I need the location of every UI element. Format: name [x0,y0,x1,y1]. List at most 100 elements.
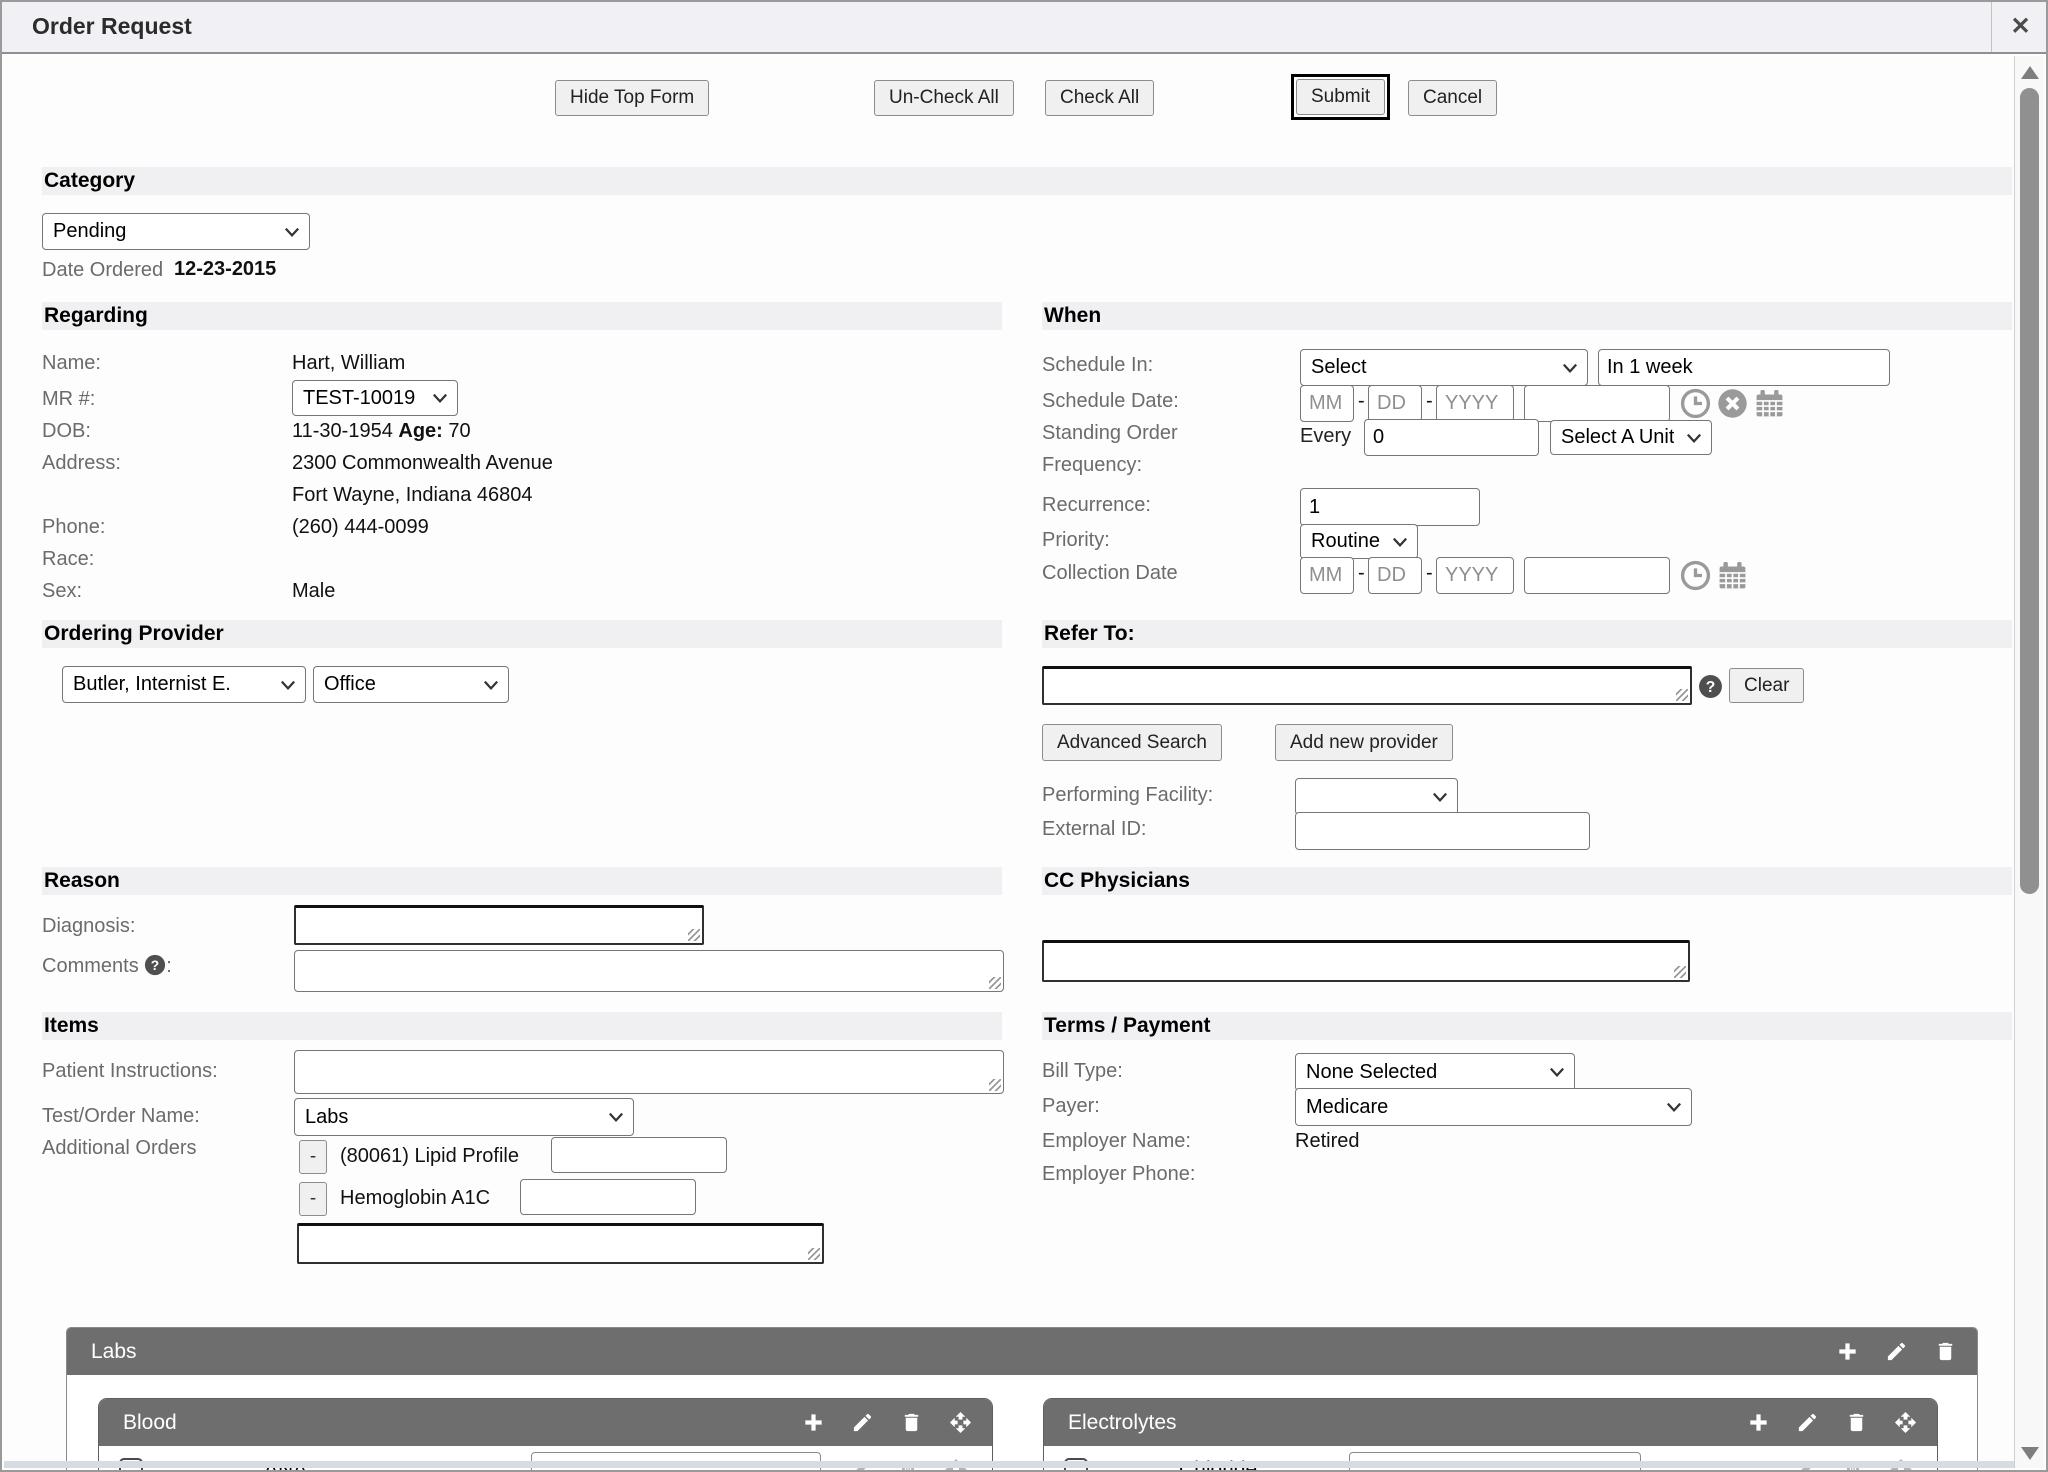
trash-icon[interactable] [1934,1340,1957,1363]
performing-facility-select[interactable] [1295,778,1458,815]
date-separator: - [1358,390,1365,413]
calendar-icon[interactable] [1754,388,1785,419]
labs-panel-title: Labs [91,1340,137,1364]
remove-order-button[interactable]: - [299,1182,327,1216]
payer-select[interactable]: Medicare [1295,1088,1692,1126]
move-icon[interactable] [1894,1411,1917,1434]
hide-top-form-button[interactable]: Hide Top Form [555,80,709,116]
provider-select-value: Butler, Internist E. [73,673,231,696]
collection-date-label: Collection Date [1042,562,1178,585]
unit-select[interactable]: Select A Unit [1550,420,1712,455]
schedule-in-input[interactable]: In 1 week [1598,349,1890,386]
items-section-header: Items [42,1012,1002,1040]
electrolytes-group-header: Electrolytes [1044,1399,1937,1446]
collection-date-mm-input[interactable]: MM [1300,557,1354,594]
every-input[interactable]: 0 [1364,419,1539,456]
dialog-titlebar: Order Request ✕ [2,2,2046,54]
provider-select[interactable]: Butler, Internist E. [62,666,306,703]
order-input[interactable] [551,1137,727,1173]
provider-location-select[interactable]: Office [313,666,509,703]
electrolytes-group-title: Electrolytes [1068,1411,1177,1435]
add-new-provider-button[interactable]: Add new provider [1275,724,1453,761]
priority-select-value: Routine [1311,530,1380,553]
check-all-button[interactable]: Check All [1045,80,1154,116]
collection-date-time-input[interactable] [1524,557,1670,594]
bill-type-select[interactable]: None Selected [1295,1053,1575,1091]
schedule-date-mm-input[interactable]: MM [1300,385,1354,422]
patient-instructions-textarea[interactable] [294,1050,1004,1094]
plus-icon[interactable] [802,1411,825,1434]
date-separator: - [1358,562,1365,585]
address-label: Address: [42,452,121,475]
diagnosis-label: Diagnosis: [42,915,135,938]
chevron-down-icon [283,223,301,241]
trash-icon[interactable] [1845,1411,1868,1434]
pencil-icon[interactable] [1796,1411,1819,1434]
move-icon[interactable] [949,1411,972,1434]
add-new-provider-label: Add new provider [1290,732,1438,754]
plus-icon[interactable] [1747,1411,1770,1434]
plus-icon[interactable] [1836,1340,1859,1363]
advanced-search-label: Advanced Search [1057,732,1207,754]
every-label: Every [1300,425,1351,448]
priority-label: Priority: [1042,529,1110,552]
age-label: Age: [398,420,442,442]
schedule-date-time-input[interactable] [1524,385,1670,422]
trash-icon[interactable] [900,1411,923,1434]
scroll-up-icon[interactable] [2021,66,2039,79]
chevron-down-icon [482,676,500,694]
cc-physicians-input[interactable] [1042,940,1690,982]
comments-textarea[interactable] [294,950,1004,992]
date-separator: - [1426,390,1433,413]
schedule-in-select[interactable]: Select [1300,349,1588,386]
diagnosis-textarea[interactable] [294,905,704,945]
uncheck-all-button[interactable]: Un-Check All [874,80,1014,116]
scrollbar-thumb[interactable] [2020,88,2039,894]
recurrence-input[interactable]: 1 [1300,488,1480,526]
question-mark-icon[interactable] [144,954,166,976]
advanced-search-button[interactable]: Advanced Search [1042,724,1222,761]
external-id-input[interactable] [1295,812,1590,850]
refer-to-input[interactable] [1042,666,1692,705]
external-id-label: External ID: [1042,818,1146,841]
pencil-icon[interactable] [1885,1340,1908,1363]
cancel-button[interactable]: Cancel [1408,80,1497,116]
submit-button[interactable]: Submit [1296,79,1385,115]
date-separator: - [1426,562,1433,585]
close-button[interactable]: ✕ [1991,2,2048,52]
collection-date-dd-input[interactable]: DD [1368,557,1422,594]
x-circle-icon[interactable] [1717,388,1748,419]
schedule-date-dd-input[interactable]: DD [1368,385,1422,422]
schedule-date-yyyy-input[interactable]: YYYY [1436,385,1514,422]
order-label: Hemoglobin A1C [340,1187,490,1210]
uncheck-all-label: Un-Check All [889,87,999,109]
remove-order-button[interactable]: - [299,1140,327,1174]
clear-button[interactable]: Clear [1729,668,1804,703]
scroll-down-icon[interactable] [2021,1447,2039,1460]
blood-group-actions [802,1411,972,1434]
check-all-label: Check All [1060,87,1139,109]
chevron-down-icon [1685,429,1703,447]
mr-select[interactable]: TEST-10019 [292,380,458,416]
schedule-in-label: Schedule In: [1042,354,1153,377]
order-input[interactable] [520,1179,696,1215]
blood-group-title: Blood [123,1411,177,1435]
test-order-name-label: Test/Order Name: [42,1105,200,1128]
calendar-icon[interactable] [1717,560,1748,591]
sex-value: Male [292,580,335,603]
refer-to-section-header: Refer To: [1042,620,2012,648]
race-label: Race: [42,548,94,571]
collection-date-yyyy-input[interactable]: YYYY [1436,557,1514,594]
category-select[interactable]: Pending [42,213,310,250]
question-mark-icon[interactable] [1698,674,1723,699]
clock-icon[interactable] [1680,388,1711,419]
priority-select[interactable]: Routine [1300,524,1418,559]
schedule-in-select-value: Select [1311,356,1367,379]
vertical-scrollbar[interactable] [2014,56,2044,1468]
regarding-section-header: Regarding [42,302,1002,330]
dob-label: DOB: [42,420,91,443]
pencil-icon[interactable] [851,1411,874,1434]
clock-icon[interactable] [1680,560,1711,591]
test-order-name-select[interactable]: Labs [294,1098,634,1136]
additional-orders-textarea[interactable] [297,1223,824,1264]
